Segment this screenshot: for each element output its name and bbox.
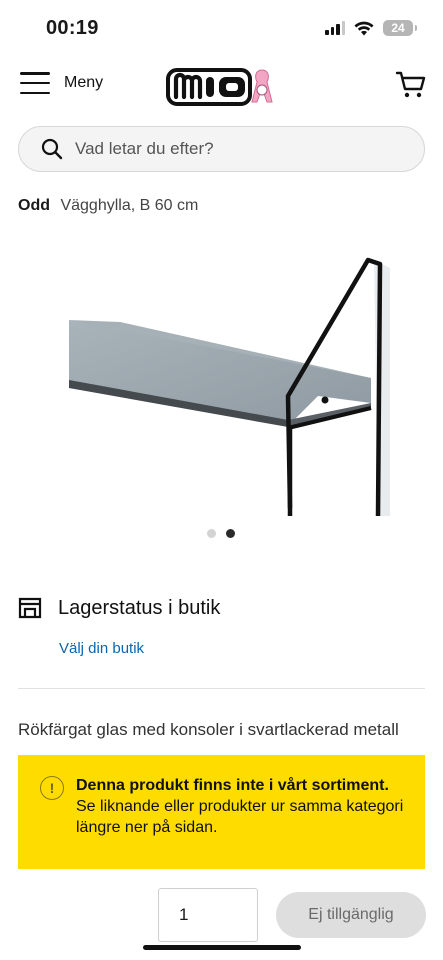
cart-icon[interactable] bbox=[395, 68, 427, 100]
quantity-input[interactable]: 1 bbox=[158, 888, 258, 942]
carousel-dot-2[interactable] bbox=[226, 529, 235, 538]
product-name: Vägghylla, B 60 cm bbox=[60, 197, 199, 214]
notice-text-line-1: Se liknande eller produkter ur samma kat… bbox=[76, 798, 404, 815]
menu-button[interactable]: Meny bbox=[20, 72, 103, 94]
product-brand: Odd bbox=[18, 197, 50, 214]
mio-logo[interactable] bbox=[166, 64, 282, 110]
product-description: Rökfärgat glas med konsoler i svartlacke… bbox=[18, 720, 399, 739]
choose-store-link[interactable]: Välj din butik bbox=[59, 640, 144, 657]
unavailable-button[interactable]: Ej tillgänglig bbox=[276, 892, 426, 938]
store-icon bbox=[18, 597, 42, 619]
carousel-dot-1[interactable] bbox=[207, 529, 216, 538]
cellular-signal-icon bbox=[325, 21, 345, 35]
notice-text-line-2: längre ner på sidan. bbox=[76, 819, 218, 836]
search-input[interactable] bbox=[75, 139, 375, 159]
product-image[interactable] bbox=[18, 228, 425, 516]
status-icons: 24 bbox=[325, 20, 417, 36]
home-indicator[interactable] bbox=[143, 945, 301, 950]
hamburger-icon bbox=[20, 72, 50, 94]
battery-level: 24 bbox=[391, 21, 405, 35]
search-bar[interactable] bbox=[18, 126, 425, 172]
stock-status-title: Lagerstatus i butik bbox=[58, 596, 221, 619]
site-header: Meny bbox=[0, 60, 443, 114]
search-icon bbox=[41, 138, 63, 160]
menu-label: Meny bbox=[64, 74, 104, 91]
purchase-bar: 1 Ej tillgänglig bbox=[0, 870, 443, 960]
not-in-assortment-notice: ! Denna produkt finns inte i vårt sortim… bbox=[18, 755, 425, 869]
image-carousel-dots bbox=[207, 529, 235, 538]
product-title: Odd Vägghylla, B 60 cm bbox=[18, 197, 198, 215]
status-bar: 00:19 24 bbox=[0, 0, 443, 58]
status-time: 00:19 bbox=[46, 17, 99, 39]
notice-title: Denna produkt finns inte i vårt sortimen… bbox=[76, 777, 389, 794]
section-divider bbox=[18, 688, 425, 689]
stock-status: Lagerstatus i butik bbox=[18, 596, 220, 620]
wifi-icon bbox=[354, 21, 374, 35]
battery-icon: 24 bbox=[383, 20, 417, 36]
info-icon: ! bbox=[40, 776, 64, 800]
